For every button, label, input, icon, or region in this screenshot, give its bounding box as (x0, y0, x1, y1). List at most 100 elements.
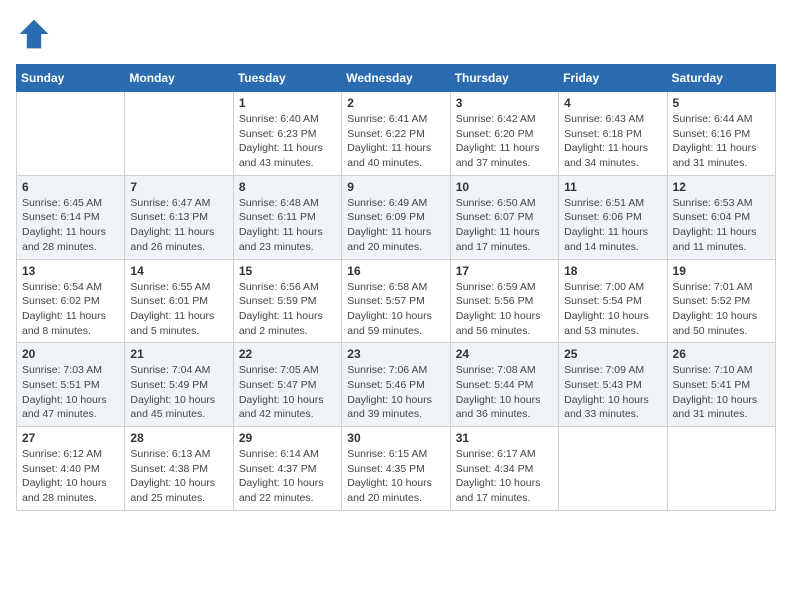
day-of-week-header: Tuesday (233, 65, 341, 92)
day-number: 7 (130, 180, 227, 194)
calendar-cell: 30 Sunrise: 6:15 AM Sunset: 4:35 PM Dayli… (342, 427, 450, 511)
day-info: Sunrise: 6:12 AM Sunset: 4:40 PM Dayligh… (22, 447, 119, 506)
day-info: Sunrise: 7:09 AM Sunset: 5:43 PM Dayligh… (564, 363, 661, 422)
calendar-cell: 16Sunrise: 6:58 AM Sunset: 5:57 PM Dayli… (342, 259, 450, 343)
calendar-cell: 18 Sunrise: 7:00 AM Sunset: 5:54 PM Dayli… (559, 259, 667, 343)
day-number: 17 (456, 264, 553, 278)
day-number: 3 (456, 96, 553, 110)
day-number: 11 (564, 180, 661, 194)
calendar-table: SundayMondayTuesdayWednesdayThursdayFrid… (16, 64, 776, 511)
day-number: 23 (347, 347, 444, 361)
day-number: 22 (239, 347, 336, 361)
calendar-cell (667, 427, 775, 511)
calendar-cell: 20 Sunrise: 7:03 AM Sunset: 5:51 PM Dayli… (17, 343, 125, 427)
calendar-cell: 10 Sunrise: 6:50 AM Sunset: 6:07 PM Dayli… (450, 175, 558, 259)
day-info: Sunrise: 6:51 AM Sunset: 6:06 PM Dayligh… (564, 196, 661, 255)
day-info: Sunrise: 6:48 AM Sunset: 6:11 PM Dayligh… (239, 196, 336, 255)
day-info: Sunrise: 6:14 AM Sunset: 4:37 PM Dayligh… (239, 447, 336, 506)
calendar-cell: 31 Sunrise: 6:17 AM Sunset: 4:34 PM Dayli… (450, 427, 558, 511)
day-info: Sunrise: 6:50 AM Sunset: 6:07 PM Dayligh… (456, 196, 553, 255)
calendar-cell: 2 Sunrise: 6:41 AM Sunset: 6:22 PM Daylig… (342, 92, 450, 176)
day-info: Sunrise: 7:03 AM Sunset: 5:51 PM Dayligh… (22, 363, 119, 422)
calendar-cell: 17 Sunrise: 6:59 AM Sunset: 5:56 PM Dayli… (450, 259, 558, 343)
calendar-cell: 5Sunrise: 6:44 AM Sunset: 6:16 PM Daylig… (667, 92, 775, 176)
day-number: 2 (347, 96, 444, 110)
calendar-cell (559, 427, 667, 511)
calendar-cell: 21 Sunrise: 7:04 AM Sunset: 5:49 PM Dayli… (125, 343, 233, 427)
day-number: 18 (564, 264, 661, 278)
calendar-week-row: 27 Sunrise: 6:12 AM Sunset: 4:40 PM Dayli… (17, 427, 776, 511)
day-info: Sunrise: 6:13 AM Sunset: 4:38 PM Dayligh… (130, 447, 227, 506)
day-info: Sunrise: 7:00 AM Sunset: 5:54 PM Dayligh… (564, 280, 661, 339)
day-number: 24 (456, 347, 553, 361)
day-number: 26 (673, 347, 770, 361)
calendar-cell: 13Sunrise: 6:54 AM Sunset: 6:02 PM Dayli… (17, 259, 125, 343)
day-of-week-header: Saturday (667, 65, 775, 92)
day-number: 4 (564, 96, 661, 110)
day-number: 21 (130, 347, 227, 361)
day-number: 19 (673, 264, 770, 278)
day-info: Sunrise: 7:04 AM Sunset: 5:49 PM Dayligh… (130, 363, 227, 422)
day-info: Sunrise: 6:43 AM Sunset: 6:18 PM Dayligh… (564, 112, 661, 171)
day-number: 27 (22, 431, 119, 445)
day-number: 9 (347, 180, 444, 194)
calendar-cell: 25 Sunrise: 7:09 AM Sunset: 5:43 PM Dayli… (559, 343, 667, 427)
day-number: 15 (239, 264, 336, 278)
calendar-week-row: 20 Sunrise: 7:03 AM Sunset: 5:51 PM Dayli… (17, 343, 776, 427)
calendar-cell: 29 Sunrise: 6:14 AM Sunset: 4:37 PM Dayli… (233, 427, 341, 511)
day-number: 20 (22, 347, 119, 361)
calendar-cell: 28 Sunrise: 6:13 AM Sunset: 4:38 PM Dayli… (125, 427, 233, 511)
day-info: Sunrise: 6:17 AM Sunset: 4:34 PM Dayligh… (456, 447, 553, 506)
day-number: 14 (130, 264, 227, 278)
day-number: 29 (239, 431, 336, 445)
day-info: Sunrise: 6:53 AM Sunset: 6:04 PM Dayligh… (673, 196, 770, 255)
day-of-week-header: Friday (559, 65, 667, 92)
day-info: Sunrise: 6:54 AM Sunset: 6:02 PM Dayligh… (22, 280, 119, 339)
day-info: Sunrise: 6:41 AM Sunset: 6:22 PM Dayligh… (347, 112, 444, 171)
day-info: Sunrise: 7:06 AM Sunset: 5:46 PM Dayligh… (347, 363, 444, 422)
day-info: Sunrise: 6:45 AM Sunset: 6:14 PM Dayligh… (22, 196, 119, 255)
calendar-cell: 6 Sunrise: 6:45 AM Sunset: 6:14 PM Daylig… (17, 175, 125, 259)
calendar-cell (125, 92, 233, 176)
day-info: Sunrise: 6:49 AM Sunset: 6:09 PM Dayligh… (347, 196, 444, 255)
calendar-cell: 15 Sunrise: 6:56 AM Sunset: 5:59 PM Dayli… (233, 259, 341, 343)
day-info: Sunrise: 6:58 AM Sunset: 5:57 PM Dayligh… (347, 280, 444, 339)
calendar-cell: 22 Sunrise: 7:05 AM Sunset: 5:47 PM Dayli… (233, 343, 341, 427)
calendar-cell (17, 92, 125, 176)
calendar-cell: 26Sunrise: 7:10 AM Sunset: 5:41 PM Dayli… (667, 343, 775, 427)
day-info: Sunrise: 6:15 AM Sunset: 4:35 PM Dayligh… (347, 447, 444, 506)
day-number: 12 (673, 180, 770, 194)
day-info: Sunrise: 6:55 AM Sunset: 6:01 PM Dayligh… (130, 280, 227, 339)
calendar-week-row: 1Sunrise: 6:40 AM Sunset: 6:23 PM Daylig… (17, 92, 776, 176)
calendar-cell: 8 Sunrise: 6:48 AM Sunset: 6:11 PM Daylig… (233, 175, 341, 259)
day-of-week-header: Thursday (450, 65, 558, 92)
calendar-cell: 4 Sunrise: 6:43 AM Sunset: 6:18 PM Daylig… (559, 92, 667, 176)
calendar-cell: 14 Sunrise: 6:55 AM Sunset: 6:01 PM Dayli… (125, 259, 233, 343)
calendar-cell: 9 Sunrise: 6:49 AM Sunset: 6:09 PM Daylig… (342, 175, 450, 259)
calendar-cell: 19 Sunrise: 7:01 AM Sunset: 5:52 PM Dayli… (667, 259, 775, 343)
calendar-cell: 3Sunrise: 6:42 AM Sunset: 6:20 PM Daylig… (450, 92, 558, 176)
page-header (16, 16, 776, 52)
calendar-cell: 23 Sunrise: 7:06 AM Sunset: 5:46 PM Dayli… (342, 343, 450, 427)
day-info: Sunrise: 6:44 AM Sunset: 6:16 PM Dayligh… (673, 112, 770, 171)
day-info: Sunrise: 6:59 AM Sunset: 5:56 PM Dayligh… (456, 280, 553, 339)
day-info: Sunrise: 7:05 AM Sunset: 5:47 PM Dayligh… (239, 363, 336, 422)
day-number: 25 (564, 347, 661, 361)
logo-icon (16, 16, 52, 52)
day-number: 31 (456, 431, 553, 445)
calendar-cell: 7 Sunrise: 6:47 AM Sunset: 6:13 PM Daylig… (125, 175, 233, 259)
calendar-week-row: 13Sunrise: 6:54 AM Sunset: 6:02 PM Dayli… (17, 259, 776, 343)
day-number: 10 (456, 180, 553, 194)
day-of-week-header: Wednesday (342, 65, 450, 92)
day-info: Sunrise: 6:47 AM Sunset: 6:13 PM Dayligh… (130, 196, 227, 255)
calendar-cell: 11 Sunrise: 6:51 AM Sunset: 6:06 PM Dayli… (559, 175, 667, 259)
day-number: 1 (239, 96, 336, 110)
calendar-cell: 12 Sunrise: 6:53 AM Sunset: 6:04 PM Dayli… (667, 175, 775, 259)
day-info: Sunrise: 7:08 AM Sunset: 5:44 PM Dayligh… (456, 363, 553, 422)
day-number: 30 (347, 431, 444, 445)
day-info: Sunrise: 6:56 AM Sunset: 5:59 PM Dayligh… (239, 280, 336, 339)
day-number: 6 (22, 180, 119, 194)
day-info: Sunrise: 7:01 AM Sunset: 5:52 PM Dayligh… (673, 280, 770, 339)
day-number: 8 (239, 180, 336, 194)
day-number: 28 (130, 431, 227, 445)
